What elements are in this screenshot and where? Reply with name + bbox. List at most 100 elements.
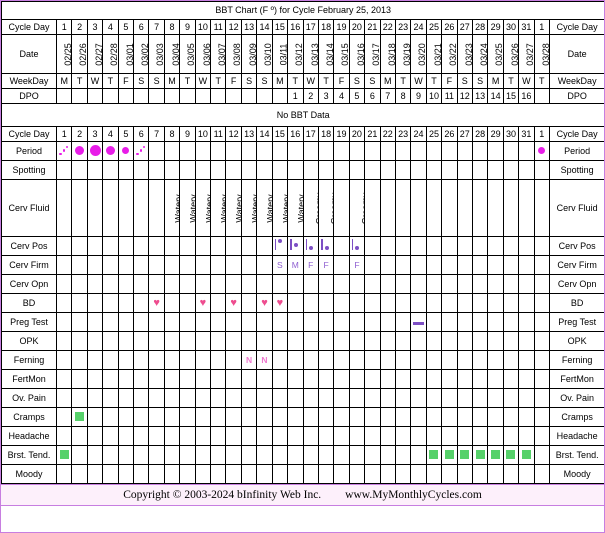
cell-fertmon-22[interactable]: [379, 369, 396, 389]
cell-headache-19[interactable]: [333, 426, 350, 446]
cell-opk-22[interactable]: [379, 331, 396, 351]
cell-cerv-fluid-16[interactable]: Watery: [287, 179, 304, 237]
cell-headache-2[interactable]: [71, 426, 88, 446]
cell-ov-pain-32[interactable]: [533, 388, 551, 408]
cell-cerv-fluid-18[interactable]: Creamy: [317, 179, 335, 237]
cell-cerv-pos-28[interactable]: [471, 236, 489, 256]
cell-fertmon-13[interactable]: [240, 369, 258, 389]
cell-headache-1[interactable]: [55, 426, 73, 446]
cell-opk-23[interactable]: [394, 331, 412, 351]
cell-moody-29[interactable]: [487, 464, 504, 484]
cell-moody-21[interactable]: [364, 464, 381, 484]
cell-moody-22[interactable]: [379, 464, 396, 484]
cell-preg-test-14[interactable]: [256, 312, 273, 332]
cell-cerv-pos-12[interactable]: [225, 236, 242, 256]
cell-period-32[interactable]: [533, 141, 551, 161]
cell-cramps-27[interactable]: [456, 407, 473, 427]
cell-brst-tend-27[interactable]: [456, 445, 473, 465]
cell-brst-tend-1[interactable]: [55, 445, 73, 465]
cell-period-31[interactable]: [518, 141, 535, 161]
cell-period-19[interactable]: [333, 141, 350, 161]
cell-spotting-28[interactable]: [471, 160, 489, 180]
cell-moody-23[interactable]: [394, 464, 412, 484]
cell-cerv-pos-22[interactable]: [379, 236, 396, 256]
cell-cerv-firm-25[interactable]: [425, 255, 443, 275]
cell-cerv-pos-29[interactable]: [487, 236, 504, 256]
cell-spotting-18[interactable]: [317, 160, 335, 180]
cell-cramps-10[interactable]: [194, 407, 212, 427]
cell-opk-28[interactable]: [471, 331, 489, 351]
cell-headache-10[interactable]: [194, 426, 212, 446]
cell-preg-test-29[interactable]: [487, 312, 504, 332]
cell-ferning-30[interactable]: [502, 350, 520, 370]
cell-ov-pain-23[interactable]: [394, 388, 412, 408]
cell-cerv-opn-6[interactable]: [133, 274, 150, 294]
cell-cerv-fluid-24[interactable]: [410, 179, 427, 237]
cell-ferning-29[interactable]: [487, 350, 504, 370]
cell-cerv-firm-26[interactable]: [441, 255, 458, 275]
cell-opk-27[interactable]: [456, 331, 473, 351]
cell-ov-pain-29[interactable]: [487, 388, 504, 408]
cell-ferning-21[interactable]: [364, 350, 381, 370]
cell-ferning-5[interactable]: [117, 350, 135, 370]
cell-cerv-firm-31[interactable]: [518, 255, 535, 275]
cell-moody-13[interactable]: [240, 464, 258, 484]
cell-spotting-4[interactable]: [102, 160, 119, 180]
cell-cerv-opn-19[interactable]: [333, 274, 350, 294]
cell-cramps-28[interactable]: [471, 407, 489, 427]
cell-bd-11[interactable]: [210, 293, 227, 313]
cell-cerv-pos-13[interactable]: [240, 236, 258, 256]
cell-ov-pain-8[interactable]: [163, 388, 181, 408]
cell-headache-29[interactable]: [487, 426, 504, 446]
cell-cerv-fluid-12[interactable]: Watery: [225, 179, 242, 237]
cell-spotting-9[interactable]: [179, 160, 196, 180]
cell-ov-pain-17[interactable]: [302, 388, 319, 408]
cell-fertmon-4[interactable]: [102, 369, 119, 389]
cell-cerv-opn-3[interactable]: [86, 274, 104, 294]
cell-cramps-4[interactable]: [102, 407, 119, 427]
cell-cerv-opn-20[interactable]: [348, 274, 366, 294]
cell-cramps-14[interactable]: [256, 407, 273, 427]
cell-fertmon-12[interactable]: [225, 369, 242, 389]
cell-cerv-firm-16[interactable]: M: [287, 255, 304, 275]
cell-cerv-pos-2[interactable]: [71, 236, 88, 256]
cell-cerv-firm-8[interactable]: [163, 255, 181, 275]
cell-cerv-fluid-10[interactable]: Watery: [194, 179, 212, 237]
cell-cerv-fluid-17[interactable]: Creamy: [302, 179, 319, 237]
cell-brst-tend-3[interactable]: [86, 445, 104, 465]
cell-ferning-27[interactable]: [456, 350, 473, 370]
cell-cerv-pos-24[interactable]: [410, 236, 427, 256]
cell-period-8[interactable]: [163, 141, 181, 161]
cell-cerv-firm-30[interactable]: [502, 255, 520, 275]
cell-moody-26[interactable]: [441, 464, 458, 484]
cell-cerv-firm-11[interactable]: [210, 255, 227, 275]
cell-bd-23[interactable]: [394, 293, 412, 313]
cell-cerv-opn-11[interactable]: [210, 274, 227, 294]
cell-cerv-fluid-8[interactable]: Watery: [163, 179, 181, 237]
cell-period-4[interactable]: [102, 141, 119, 161]
cell-cerv-firm-9[interactable]: [179, 255, 196, 275]
cell-moody-32[interactable]: [533, 464, 551, 484]
cell-moody-5[interactable]: [117, 464, 135, 484]
cell-headache-13[interactable]: [240, 426, 258, 446]
cell-cramps-2[interactable]: [71, 407, 88, 427]
cell-bd-3[interactable]: [86, 293, 104, 313]
cell-spotting-17[interactable]: [302, 160, 319, 180]
cell-opk-29[interactable]: [487, 331, 504, 351]
cell-period-12[interactable]: [225, 141, 242, 161]
cell-cramps-15[interactable]: [271, 407, 289, 427]
cell-spotting-3[interactable]: [86, 160, 104, 180]
cell-ferning-24[interactable]: [410, 350, 427, 370]
cell-headache-30[interactable]: [502, 426, 520, 446]
cell-spotting-24[interactable]: [410, 160, 427, 180]
cell-preg-test-4[interactable]: [102, 312, 119, 332]
cell-period-29[interactable]: [487, 141, 504, 161]
cell-headache-11[interactable]: [210, 426, 227, 446]
cell-spotting-8[interactable]: [163, 160, 181, 180]
cell-cerv-firm-13[interactable]: [240, 255, 258, 275]
cell-ferning-4[interactable]: [102, 350, 119, 370]
cell-cerv-opn-22[interactable]: [379, 274, 396, 294]
cell-spotting-25[interactable]: [425, 160, 443, 180]
cell-moody-28[interactable]: [471, 464, 489, 484]
cell-cerv-fluid-25[interactable]: [425, 179, 443, 237]
